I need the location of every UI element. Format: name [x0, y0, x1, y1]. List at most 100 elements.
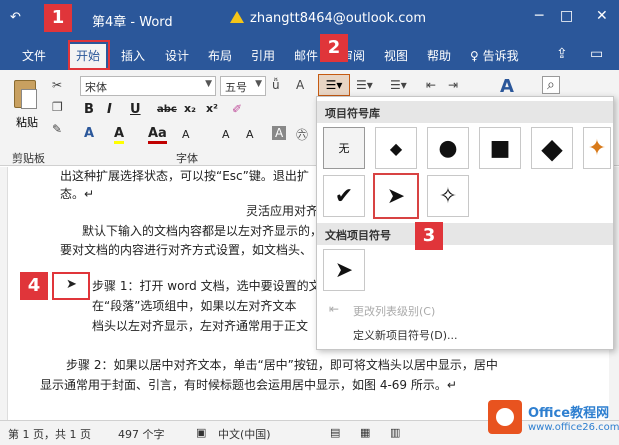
grow-font-button[interactable]: A — [222, 128, 230, 141]
step-badge-2: 2 — [320, 34, 348, 62]
tell-me-box[interactable]: ♀ 告诉我 — [470, 47, 519, 64]
highlight-color-button[interactable]: A — [114, 126, 125, 144]
clear-formatting-icon[interactable]: ✐ — [232, 102, 242, 116]
bullet-small-diamond-option[interactable]: ◆ — [375, 127, 417, 169]
restore-button[interactable]: □ — [560, 8, 573, 24]
lightbulb-icon: ♀ — [470, 49, 479, 63]
office-logo-icon — [488, 400, 522, 434]
title-bar: ↶ 第4章 - Word zhangtt8464@outlook.com ─ □… — [0, 0, 619, 40]
font-color-button[interactable]: Aa — [148, 126, 167, 144]
bullet-arrowhead-option[interactable]: ➤ — [373, 173, 419, 219]
bullet-star-option[interactable]: ✦ — [583, 127, 611, 169]
doc-line: 档头以左对齐显示，左对齐通常用于正文 — [92, 319, 309, 333]
vertical-ruler — [0, 167, 8, 420]
doc-line: 步骤 1：打开 word 文档，选中要设置的文 — [92, 279, 321, 293]
page-count[interactable]: 第 1 页，共 1 页 — [8, 426, 91, 442]
doc-line: 要对文档的内容进行对齐方式设置，如文档头、 — [60, 243, 313, 257]
bullet-large-diamond-option[interactable]: ◆ — [531, 127, 573, 169]
font-size-value: 五号 — [225, 81, 247, 94]
chevron-down-icon: ▼ — [255, 79, 262, 89]
language-label[interactable]: 中文(中国) — [218, 426, 271, 442]
web-layout-icon[interactable]: ▥ — [390, 426, 400, 439]
bullets-list-icon: ☰▾ — [325, 78, 343, 92]
bullet-none-option[interactable]: 无 — [323, 127, 365, 169]
numbering-icon[interactable]: ☰▾ — [356, 78, 373, 92]
tell-me-label: 告诉我 — [482, 49, 519, 63]
text-effects-button[interactable]: A — [84, 126, 94, 141]
copy-icon[interactable]: ❐ — [52, 100, 63, 114]
watermark-url: www.office26.com — [528, 422, 619, 433]
change-case-button[interactable]: A — [182, 128, 190, 141]
share-icon[interactable]: ⇪ — [556, 46, 568, 62]
doc-heading: 灵活应用对齐 — [246, 204, 319, 218]
change-list-level-item: 更改列表级别(C) — [353, 305, 436, 318]
font-size-select[interactable]: 五号 ▼ — [220, 76, 266, 96]
tab-layout[interactable]: 布局 — [208, 47, 232, 64]
tab-insert[interactable]: 插入 — [121, 47, 145, 64]
spellcheck-icon[interactable]: ▣ — [196, 426, 206, 439]
comments-icon[interactable]: ▭ — [590, 46, 603, 62]
step-badge-1: 1 — [44, 4, 72, 32]
bold-button[interactable]: B — [84, 102, 94, 117]
watermark-title: Office教程网 — [528, 406, 610, 421]
minimize-button[interactable]: ─ — [535, 8, 543, 24]
highlight-box-home-tab — [68, 40, 110, 70]
pinyin-guide-icon[interactable]: ǚ — [272, 78, 280, 92]
character-shading-icon[interactable]: A — [272, 126, 287, 140]
warning-icon — [230, 11, 244, 23]
format-painter-icon[interactable]: ✎ — [52, 122, 62, 136]
find-search-icon[interactable]: ⌕ — [542, 76, 560, 94]
character-border-icon[interactable]: A — [296, 78, 304, 92]
document-title: 第4章 - Word — [92, 15, 173, 30]
step-badge-3: 3 — [415, 222, 443, 250]
strikethrough-button[interactable]: abc — [157, 104, 177, 115]
clipboard-icon — [14, 80, 37, 109]
chevron-down-icon: ▼ — [205, 79, 212, 89]
tab-mailings[interactable]: 邮件 — [294, 47, 318, 64]
bullet-square-option[interactable]: ■ — [479, 127, 521, 169]
tab-view[interactable]: 视图 — [384, 47, 408, 64]
decrease-indent-icon[interactable]: ⇤ — [426, 78, 436, 92]
document-bullets-header: 文档项目符号 — [317, 223, 613, 245]
document-bullet-arrowhead-option[interactable]: ➤ — [323, 249, 365, 291]
tab-help[interactable]: 帮助 — [427, 47, 451, 64]
step2-text: 步骤 2：如果以居中对齐文本，单击“居中”按钮 — [66, 358, 318, 372]
shrink-font-button[interactable]: A — [246, 128, 254, 141]
tab-design[interactable]: 设计 — [165, 47, 189, 64]
paste-label: 粘贴 — [16, 116, 38, 129]
font-name-select[interactable]: 宋体 ▼ — [80, 76, 216, 96]
enclose-characters-icon[interactable]: ㊅ — [296, 126, 308, 143]
subscript-button[interactable]: x₂ — [184, 102, 196, 115]
bullet-checkmark-option[interactable]: ✔ — [323, 175, 365, 217]
styles-icon[interactable]: A — [500, 76, 514, 97]
bullets-button[interactable]: ☰▾ — [318, 74, 350, 96]
step2-text-end: ，即可将文档头以居中显示，居中 — [317, 358, 498, 372]
account-label[interactable]: zhangtt8464@outlook.com — [230, 11, 426, 26]
indent-level-icon: ⇤ — [329, 302, 340, 316]
print-layout-icon[interactable]: ▦ — [360, 426, 370, 439]
doc-line: 默认下输入的文档内容都是以左对齐显示的， — [82, 224, 323, 238]
font-name-value: 宋体 — [85, 81, 107, 94]
multilevel-list-icon[interactable]: ☰▾ — [390, 78, 407, 92]
doc-line: 步骤 2：如果以居中对齐文本，单击“居中”按钮，即可将文档头以居中显示，居中 — [66, 356, 498, 373]
read-mode-icon[interactable]: ▤ — [330, 426, 340, 439]
tab-file[interactable]: 文件 — [22, 47, 46, 64]
increase-indent-icon[interactable]: ⇥ — [448, 78, 458, 92]
italic-button[interactable]: I — [107, 102, 112, 117]
cut-icon[interactable]: ✂ — [52, 78, 62, 92]
word-count[interactable]: 497 个字 — [118, 426, 165, 442]
doc-line: 显示通常用于封面、引言，有时候标题也会运用居中显示，如图 4-69 所示。↵ — [40, 378, 457, 392]
watermark-logo: Office教程网 www.office26.com — [488, 396, 619, 442]
highlight-box-bullet — [52, 272, 90, 300]
clipboard-group-label: 剪贴板 — [12, 152, 45, 165]
tab-references[interactable]: 引用 — [251, 47, 275, 64]
define-new-bullet-item[interactable]: 定义新项目符号(D)... — [353, 327, 458, 343]
underline-button[interactable]: U — [130, 102, 141, 117]
close-button[interactable]: ✕ — [596, 8, 608, 24]
bullet-circle-option[interactable]: ● — [427, 127, 469, 169]
doc-line: 出这种扩展选择状态，可以按“Esc”键。退出扩 — [60, 169, 309, 183]
quick-access-undo-icon[interactable]: ↶ — [10, 10, 21, 25]
bullet-four-point-star-option[interactable]: ✧ — [427, 175, 469, 217]
account-email: zhangtt8464@outlook.com — [250, 11, 427, 26]
superscript-button[interactable]: x² — [206, 102, 218, 115]
